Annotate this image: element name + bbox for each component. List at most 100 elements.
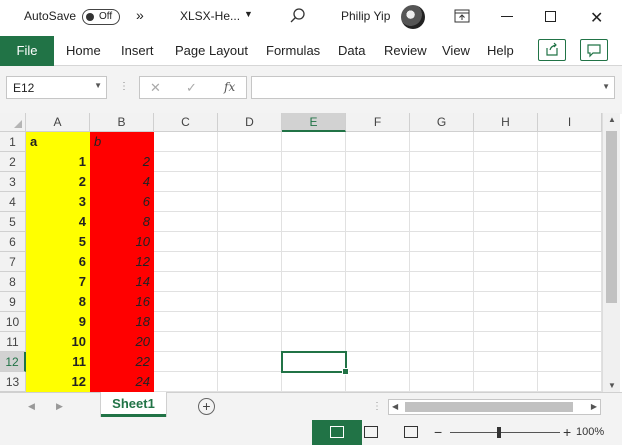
zoom-level[interactable]: 100% <box>576 426 604 438</box>
cell-b5[interactable]: 8 <box>90 212 154 232</box>
minimize-icon[interactable] <box>501 16 513 17</box>
cell-b2[interactable]: 2 <box>90 152 154 172</box>
row-header-1[interactable]: 1 <box>0 132 26 152</box>
cell-a9[interactable]: 8 <box>26 292 90 312</box>
search-icon[interactable] <box>288 6 308 26</box>
column-header-h[interactable]: H <box>474 113 538 132</box>
tab-review[interactable]: Review <box>384 43 427 58</box>
column-header-f[interactable]: F <box>346 113 410 132</box>
tab-file[interactable]: File <box>0 36 54 66</box>
tab-home[interactable]: Home <box>66 43 101 58</box>
formula-input[interactable]: ▼ <box>251 76 615 99</box>
tab-insert[interactable]: Insert <box>121 43 154 58</box>
cell-a8[interactable]: 7 <box>26 272 90 292</box>
cell-b7[interactable]: 12 <box>90 252 154 272</box>
row-header-3[interactable]: 3 <box>0 172 26 192</box>
column-header-d[interactable]: D <box>218 113 282 132</box>
zoom-in-icon[interactable]: + <box>563 424 571 440</box>
chevron-down-icon[interactable]: ▼ <box>244 9 253 19</box>
scroll-thumb[interactable] <box>405 402 573 412</box>
prev-sheet-icon[interactable]: ◀ <box>28 401 35 412</box>
tab-view[interactable]: View <box>442 43 470 58</box>
ribbon-display-options-icon[interactable] <box>454 9 470 23</box>
file-name[interactable]: XLSX-He... <box>180 9 240 23</box>
cell-b13[interactable]: 24 <box>90 372 154 392</box>
page-break-view-icon[interactable] <box>404 426 418 438</box>
column-header-a[interactable]: A <box>26 113 90 132</box>
active-cell-selection[interactable] <box>281 351 349 375</box>
enter-icon[interactable]: ✓ <box>186 80 197 96</box>
row-header-8[interactable]: 8 <box>0 272 26 292</box>
row-header-5[interactable]: 5 <box>0 212 26 232</box>
cell-a12[interactable]: 11 <box>26 352 90 372</box>
worksheet-grid[interactable]: A B C D E F G H I 1 2 3 4 5 6 7 8 9 10 11 12 13 a b 1 2 2 4 3 6 4 8 5 10 6… <box>0 113 602 392</box>
tab-split-grip-icon[interactable]: ⋮ <box>372 401 382 412</box>
cell-a10[interactable]: 9 <box>26 312 90 332</box>
zoom-out-icon[interactable]: − <box>434 424 442 440</box>
scroll-right-icon[interactable]: ▶ <box>591 402 597 411</box>
next-sheet-icon[interactable]: ▶ <box>56 401 63 412</box>
tab-page-layout[interactable]: Page Layout <box>175 43 248 58</box>
cell-b1[interactable]: b <box>90 132 154 152</box>
row-header-6[interactable]: 6 <box>0 232 26 252</box>
cell-b4[interactable]: 6 <box>90 192 154 212</box>
tab-help[interactable]: Help <box>487 43 514 58</box>
sheet-tab-sheet1[interactable]: Sheet1 <box>101 392 166 417</box>
comments-button[interactable] <box>580 39 608 61</box>
close-icon[interactable]: ✕ <box>590 8 603 28</box>
row-header-4[interactable]: 4 <box>0 192 26 212</box>
tab-data[interactable]: Data <box>338 43 365 58</box>
row-header-11[interactable]: 11 <box>0 332 26 352</box>
cell-b10[interactable]: 18 <box>90 312 154 332</box>
scroll-down-icon[interactable]: ▼ <box>608 381 616 390</box>
insert-function-icon[interactable]: fx <box>224 80 235 94</box>
cell-a1[interactable]: a <box>26 132 90 152</box>
avatar[interactable] <box>401 5 425 29</box>
cell-b8[interactable]: 14 <box>90 272 154 292</box>
autosave-toggle[interactable]: Off <box>82 9 120 25</box>
user-name[interactable]: Philip Yip <box>341 9 390 23</box>
page-layout-view-icon[interactable] <box>364 426 378 438</box>
zoom-slider-handle[interactable] <box>497 427 501 438</box>
cell-b11[interactable]: 20 <box>90 332 154 352</box>
cancel-icon[interactable]: ✕ <box>150 80 161 96</box>
cell-b12[interactable]: 22 <box>90 352 154 372</box>
cell-a13[interactable]: 12 <box>26 372 90 392</box>
cell-a7[interactable]: 6 <box>26 252 90 272</box>
column-header-e[interactable]: E <box>282 113 346 132</box>
row-header-10[interactable]: 10 <box>0 312 26 332</box>
cell-a4[interactable]: 3 <box>26 192 90 212</box>
select-all-button[interactable] <box>0 113 26 132</box>
row-header-12[interactable]: 12 <box>0 352 26 372</box>
cell-a11[interactable]: 10 <box>26 332 90 352</box>
scroll-left-icon[interactable]: ◀ <box>392 402 398 411</box>
scroll-up-icon[interactable]: ▲ <box>608 115 616 124</box>
expand-formula-icon[interactable]: ▼ <box>602 82 610 91</box>
cell-b9[interactable]: 16 <box>90 292 154 312</box>
column-header-b[interactable]: B <box>90 113 154 132</box>
row-header-9[interactable]: 9 <box>0 292 26 312</box>
cell-b3[interactable]: 4 <box>90 172 154 192</box>
cell-a5[interactable]: 4 <box>26 212 90 232</box>
column-header-i[interactable]: I <box>538 113 602 132</box>
column-header-g[interactable]: G <box>410 113 474 132</box>
cell-a6[interactable]: 5 <box>26 232 90 252</box>
horizontal-scrollbar[interactable]: ◀ ▶ <box>388 399 601 415</box>
row-header-2[interactable]: 2 <box>0 152 26 172</box>
cell-b6[interactable]: 10 <box>90 232 154 252</box>
normal-view-icon[interactable] <box>330 426 344 438</box>
column-header-c[interactable]: C <box>154 113 218 132</box>
formula-bar-grip-icon[interactable]: ⋮ <box>119 81 129 92</box>
name-box[interactable]: E12 ▼ <box>6 76 107 99</box>
cell-a2[interactable]: 1 <box>26 152 90 172</box>
scroll-thumb[interactable] <box>606 131 617 303</box>
chevron-down-icon[interactable]: ▼ <box>94 81 102 90</box>
cell-a3[interactable]: 2 <box>26 172 90 192</box>
vertical-scrollbar[interactable]: ▲ ▼ <box>602 113 620 392</box>
maximize-icon[interactable] <box>545 11 556 22</box>
zoom-slider[interactable] <box>450 432 560 433</box>
share-button[interactable] <box>538 39 566 61</box>
tab-formulas[interactable]: Formulas <box>266 43 320 58</box>
row-header-7[interactable]: 7 <box>0 252 26 272</box>
add-sheet-icon[interactable]: + <box>198 398 215 415</box>
